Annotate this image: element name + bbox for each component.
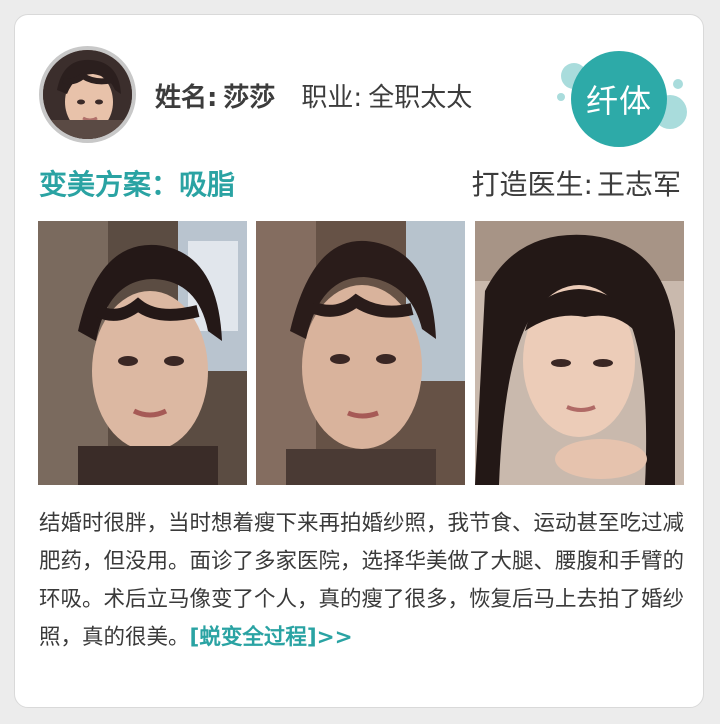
doctor-info: 打造医生: 王志军 — [472, 163, 681, 203]
job-value: 全职太太 — [368, 82, 473, 113]
doctor-name: 王志军 — [596, 168, 681, 201]
description-text: 结婚时很胖，当时想着瘦下来再拍婚纱照，我节食、运动甚至吃过减肥药，但没用。面诊了… — [39, 511, 685, 650]
photo-gallery — [38, 221, 684, 485]
category-badge-group: 纤体 — [553, 45, 693, 155]
photo-before-2[interactable] — [256, 221, 465, 485]
case-description: 结婚时很胖，当时想着瘦下来再拍婚纱照，我节食、运动甚至吃过减肥药，但没用。面诊了… — [39, 505, 685, 657]
profile-info: 姓名: 莎莎 职业: 全职太太 — [155, 75, 472, 115]
doctor-label: 打造医生: — [471, 168, 593, 201]
plan-label: 变美方案：吸脂 — [39, 168, 236, 201]
case-card: 姓名: 莎莎 职业: 全职太太 纤体 变美方案：吸脂 打造医生: 王志军 结婚时… — [14, 14, 704, 708]
avatar — [39, 46, 136, 143]
transformation-link[interactable]: [蜕变全过程]>> — [190, 625, 353, 650]
category-badge: 纤体 — [571, 51, 667, 147]
job-label: 职业: — [301, 82, 363, 113]
decor-bubble — [673, 79, 683, 89]
decor-bubble — [557, 93, 565, 101]
photo-before-1[interactable] — [38, 221, 247, 485]
name-value: 莎莎 — [223, 82, 276, 113]
photo-after[interactable] — [475, 221, 684, 485]
name-label: 姓名: — [155, 82, 218, 113]
